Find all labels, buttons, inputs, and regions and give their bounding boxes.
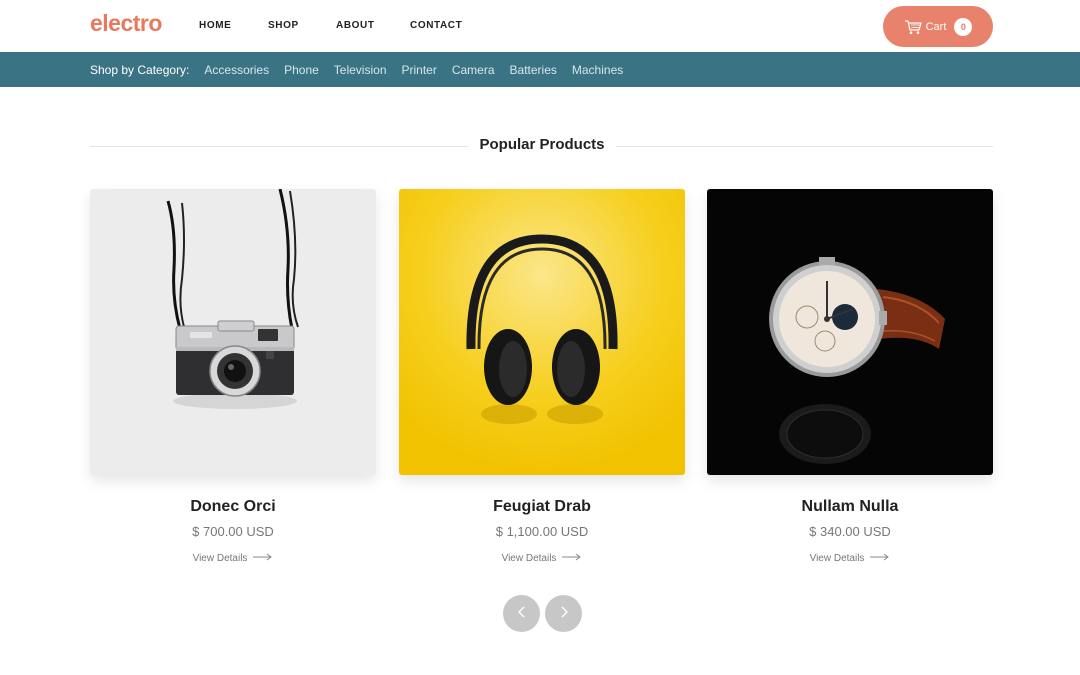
next-button[interactable] bbox=[545, 595, 582, 632]
category-bar-title: Shop by Category: bbox=[90, 62, 190, 77]
category-machines[interactable]: Machines bbox=[572, 63, 623, 77]
product-name[interactable]: Feugiat Drab bbox=[399, 498, 685, 516]
prev-button[interactable] bbox=[503, 595, 540, 632]
arrow-right-icon bbox=[562, 553, 582, 564]
carousel-pager bbox=[503, 595, 587, 632]
main-nav: HOME SHOP ABOUT CONTACT bbox=[199, 20, 462, 31]
nav-contact[interactable]: CONTACT bbox=[410, 20, 462, 31]
view-details-label: View Details bbox=[501, 553, 557, 564]
view-details-link[interactable]: View Details bbox=[707, 553, 993, 564]
arrow-right-icon bbox=[253, 553, 273, 564]
product-price: $ 1,100.00 USD bbox=[495, 524, 589, 539]
nav-about[interactable]: ABOUT bbox=[336, 20, 410, 31]
category-television[interactable]: Television bbox=[334, 63, 387, 77]
category-phone[interactable]: Phone bbox=[284, 63, 319, 77]
arrow-right-icon bbox=[870, 553, 890, 564]
divider-left bbox=[90, 146, 468, 147]
product-name[interactable]: Donec Orci bbox=[90, 498, 376, 516]
view-details-label: View Details bbox=[809, 553, 865, 564]
camera-image[interactable] bbox=[90, 189, 376, 475]
product-price: $ 340.00 USD bbox=[809, 524, 891, 539]
category-bar: Shop by Category: Accessories Phone Tele… bbox=[0, 52, 1080, 87]
nav-home[interactable]: HOME bbox=[199, 20, 268, 31]
section-title: Popular Products bbox=[479, 136, 605, 153]
category-printer[interactable]: Printer bbox=[402, 63, 437, 77]
cart-count-badge: 0 bbox=[954, 17, 973, 36]
nav-shop[interactable]: SHOP bbox=[268, 20, 336, 31]
site-header: electro HOME SHOP ABOUT CONTACT Cart 0 bbox=[0, 0, 1080, 52]
site-logo[interactable]: electro bbox=[90, 10, 162, 37]
category-camera[interactable]: Camera bbox=[452, 63, 495, 77]
divider-right bbox=[616, 146, 993, 147]
chevron-right-icon bbox=[559, 605, 569, 623]
chevron-left-icon bbox=[517, 605, 527, 623]
view-details-label: View Details bbox=[192, 553, 248, 564]
product-card: Nullam Nulla $ 340.00 USD View Details bbox=[707, 189, 993, 564]
section-header: Popular Products bbox=[90, 136, 993, 156]
cart-icon bbox=[904, 19, 922, 35]
product-card: Donec Orci $ 700.00 USD View Details bbox=[90, 189, 376, 564]
product-price: $ 700.00 USD bbox=[192, 524, 274, 539]
category-accessories[interactable]: Accessories bbox=[204, 63, 269, 77]
cart-button[interactable]: Cart 0 bbox=[883, 6, 993, 47]
category-batteries[interactable]: Batteries bbox=[510, 63, 557, 77]
headphones-image[interactable] bbox=[399, 189, 685, 475]
view-details-link[interactable]: View Details bbox=[399, 553, 685, 564]
watch-image[interactable] bbox=[707, 189, 993, 475]
cart-label: Cart bbox=[925, 20, 947, 33]
view-details-link[interactable]: View Details bbox=[90, 553, 376, 564]
product-name[interactable]: Nullam Nulla bbox=[707, 498, 993, 516]
product-card: Feugiat Drab $ 1,100.00 USD View Details bbox=[399, 189, 685, 564]
